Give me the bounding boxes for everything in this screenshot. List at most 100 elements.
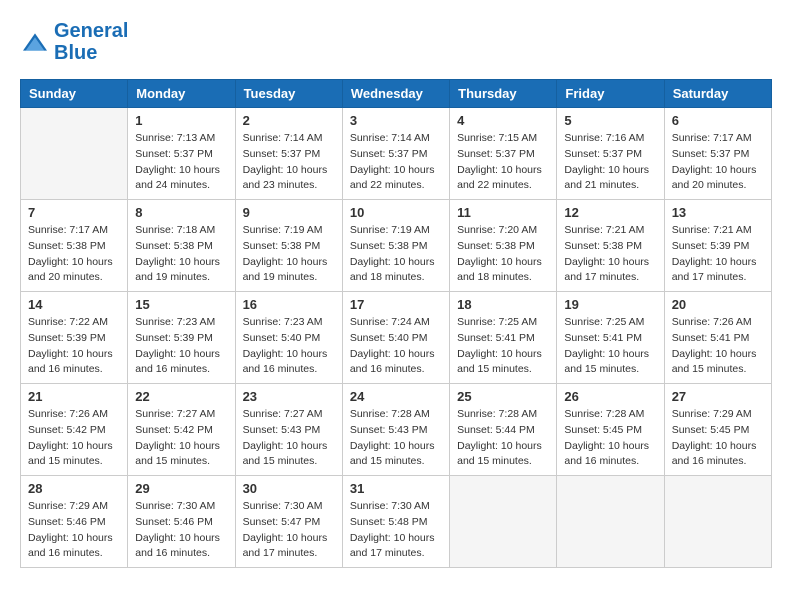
day-info: Sunrise: 7:13 AMSunset: 5:37 PMDaylight:… xyxy=(135,131,227,194)
day-info: Sunrise: 7:19 AMSunset: 5:38 PMDaylight:… xyxy=(350,223,442,286)
calendar-cell xyxy=(664,476,771,568)
calendar-cell: 21 Sunrise: 7:26 AMSunset: 5:42 PMDayligh… xyxy=(21,384,128,476)
day-info: Sunrise: 7:25 AMSunset: 5:41 PMDaylight:… xyxy=(564,315,656,378)
day-info: Sunrise: 7:25 AMSunset: 5:41 PMDaylight:… xyxy=(457,315,549,378)
day-number: 15 xyxy=(135,297,227,312)
day-info: Sunrise: 7:21 AMSunset: 5:39 PMDaylight:… xyxy=(672,223,764,286)
calendar-header-row: SundayMondayTuesdayWednesdayThursdayFrid… xyxy=(21,80,772,108)
day-info: Sunrise: 7:28 AMSunset: 5:43 PMDaylight:… xyxy=(350,407,442,470)
day-info: Sunrise: 7:23 AMSunset: 5:40 PMDaylight:… xyxy=(243,315,335,378)
calendar-cell xyxy=(21,108,128,200)
day-info: Sunrise: 7:24 AMSunset: 5:40 PMDaylight:… xyxy=(350,315,442,378)
calendar-cell: 25 Sunrise: 7:28 AMSunset: 5:44 PMDayligh… xyxy=(450,384,557,476)
logo: General Blue xyxy=(20,20,128,64)
calendar-cell: 15 Sunrise: 7:23 AMSunset: 5:39 PMDayligh… xyxy=(128,292,235,384)
day-info: Sunrise: 7:17 AMSunset: 5:37 PMDaylight:… xyxy=(672,131,764,194)
day-number: 17 xyxy=(350,297,442,312)
day-number: 10 xyxy=(350,205,442,220)
day-number: 16 xyxy=(243,297,335,312)
day-number: 27 xyxy=(672,389,764,404)
calendar-cell: 13 Sunrise: 7:21 AMSunset: 5:39 PMDayligh… xyxy=(664,200,771,292)
day-number: 24 xyxy=(350,389,442,404)
day-info: Sunrise: 7:20 AMSunset: 5:38 PMDaylight:… xyxy=(457,223,549,286)
day-number: 12 xyxy=(564,205,656,220)
calendar-cell: 18 Sunrise: 7:25 AMSunset: 5:41 PMDayligh… xyxy=(450,292,557,384)
calendar-table: SundayMondayTuesdayWednesdayThursdayFrid… xyxy=(20,79,772,568)
calendar-cell: 14 Sunrise: 7:22 AMSunset: 5:39 PMDayligh… xyxy=(21,292,128,384)
calendar-cell: 8Sunrise: 7:18 AMSunset: 5:38 PMDaylight… xyxy=(128,200,235,292)
day-number: 2 xyxy=(243,113,335,128)
day-number: 1 xyxy=(135,113,227,128)
day-number: 18 xyxy=(457,297,549,312)
calendar-cell: 26 Sunrise: 7:28 AMSunset: 5:45 PMDayligh… xyxy=(557,384,664,476)
day-number: 5 xyxy=(564,113,656,128)
day-info: Sunrise: 7:21 AMSunset: 5:38 PMDaylight:… xyxy=(564,223,656,286)
calendar-cell: 28 Sunrise: 7:29 AMSunset: 5:46 PMDayligh… xyxy=(21,476,128,568)
day-info: Sunrise: 7:16 AMSunset: 5:37 PMDaylight:… xyxy=(564,131,656,194)
day-info: Sunrise: 7:27 AMSunset: 5:43 PMDaylight:… xyxy=(243,407,335,470)
day-info: Sunrise: 7:23 AMSunset: 5:39 PMDaylight:… xyxy=(135,315,227,378)
calendar-cell: 7 Sunrise: 7:17 AMSunset: 5:38 PMDaylight… xyxy=(21,200,128,292)
day-info: Sunrise: 7:30 AMSunset: 5:47 PMDaylight:… xyxy=(243,499,335,562)
day-info: Sunrise: 7:26 AMSunset: 5:42 PMDaylight:… xyxy=(28,407,120,470)
calendar-week-row: 7 Sunrise: 7:17 AMSunset: 5:38 PMDaylight… xyxy=(21,200,772,292)
day-info: Sunrise: 7:30 AMSunset: 5:48 PMDaylight:… xyxy=(350,499,442,562)
day-number: 29 xyxy=(135,481,227,496)
calendar-cell: 17 Sunrise: 7:24 AMSunset: 5:40 PMDayligh… xyxy=(342,292,449,384)
calendar-header-sunday: Sunday xyxy=(21,80,128,108)
calendar-cell: 10 Sunrise: 7:19 AMSunset: 5:38 PMDayligh… xyxy=(342,200,449,292)
day-info: Sunrise: 7:26 AMSunset: 5:41 PMDaylight:… xyxy=(672,315,764,378)
calendar-cell: 23 Sunrise: 7:27 AMSunset: 5:43 PMDayligh… xyxy=(235,384,342,476)
calendar-cell: 22 Sunrise: 7:27 AMSunset: 5:42 PMDayligh… xyxy=(128,384,235,476)
day-number: 25 xyxy=(457,389,549,404)
calendar-cell: 30Sunrise: 7:30 AMSunset: 5:47 PMDayligh… xyxy=(235,476,342,568)
day-number: 22 xyxy=(135,389,227,404)
logo-icon xyxy=(20,32,50,52)
day-number: 28 xyxy=(28,481,120,496)
calendar-header-monday: Monday xyxy=(128,80,235,108)
day-number: 3 xyxy=(350,113,442,128)
calendar-week-row: 28 Sunrise: 7:29 AMSunset: 5:46 PMDayligh… xyxy=(21,476,772,568)
calendar-cell: 12 Sunrise: 7:21 AMSunset: 5:38 PMDayligh… xyxy=(557,200,664,292)
day-info: Sunrise: 7:19 AMSunset: 5:38 PMDaylight:… xyxy=(243,223,335,286)
day-number: 14 xyxy=(28,297,120,312)
calendar-cell: 2 Sunrise: 7:14 AMSunset: 5:37 PMDaylight… xyxy=(235,108,342,200)
calendar-cell: 31 Sunrise: 7:30 AMSunset: 5:48 PMDayligh… xyxy=(342,476,449,568)
calendar-week-row: 1 Sunrise: 7:13 AMSunset: 5:37 PMDaylight… xyxy=(21,108,772,200)
calendar-week-row: 14 Sunrise: 7:22 AMSunset: 5:39 PMDayligh… xyxy=(21,292,772,384)
calendar-week-row: 21 Sunrise: 7:26 AMSunset: 5:42 PMDayligh… xyxy=(21,384,772,476)
day-number: 21 xyxy=(28,389,120,404)
calendar-cell: 16 Sunrise: 7:23 AMSunset: 5:40 PMDayligh… xyxy=(235,292,342,384)
calendar-header-friday: Friday xyxy=(557,80,664,108)
day-number: 26 xyxy=(564,389,656,404)
day-number: 7 xyxy=(28,205,120,220)
day-number: 9 xyxy=(243,205,335,220)
calendar-cell: 27Sunrise: 7:29 AMSunset: 5:45 PMDayligh… xyxy=(664,384,771,476)
day-number: 20 xyxy=(672,297,764,312)
day-info: Sunrise: 7:14 AMSunset: 5:37 PMDaylight:… xyxy=(243,131,335,194)
calendar-cell: 11Sunrise: 7:20 AMSunset: 5:38 PMDayligh… xyxy=(450,200,557,292)
calendar-cell: 20 Sunrise: 7:26 AMSunset: 5:41 PMDayligh… xyxy=(664,292,771,384)
page-header: General Blue xyxy=(20,20,772,64)
day-number: 6 xyxy=(672,113,764,128)
day-number: 23 xyxy=(243,389,335,404)
day-info: Sunrise: 7:28 AMSunset: 5:44 PMDaylight:… xyxy=(457,407,549,470)
day-number: 4 xyxy=(457,113,549,128)
day-info: Sunrise: 7:28 AMSunset: 5:45 PMDaylight:… xyxy=(564,407,656,470)
day-info: Sunrise: 7:22 AMSunset: 5:39 PMDaylight:… xyxy=(28,315,120,378)
calendar-cell: 24 Sunrise: 7:28 AMSunset: 5:43 PMDayligh… xyxy=(342,384,449,476)
day-info: Sunrise: 7:29 AMSunset: 5:46 PMDaylight:… xyxy=(28,499,120,562)
calendar-cell: 9 Sunrise: 7:19 AMSunset: 5:38 PMDaylight… xyxy=(235,200,342,292)
day-number: 31 xyxy=(350,481,442,496)
calendar-header-thursday: Thursday xyxy=(450,80,557,108)
day-info: Sunrise: 7:27 AMSunset: 5:42 PMDaylight:… xyxy=(135,407,227,470)
logo-text: General Blue xyxy=(54,20,128,64)
calendar-cell xyxy=(557,476,664,568)
day-number: 13 xyxy=(672,205,764,220)
day-info: Sunrise: 7:30 AMSunset: 5:46 PMDaylight:… xyxy=(135,499,227,562)
day-info: Sunrise: 7:17 AMSunset: 5:38 PMDaylight:… xyxy=(28,223,120,286)
day-number: 19 xyxy=(564,297,656,312)
calendar-cell: 3Sunrise: 7:14 AMSunset: 5:37 PMDaylight… xyxy=(342,108,449,200)
calendar-cell: 5 Sunrise: 7:16 AMSunset: 5:37 PMDaylight… xyxy=(557,108,664,200)
calendar-cell: 6 Sunrise: 7:17 AMSunset: 5:37 PMDaylight… xyxy=(664,108,771,200)
